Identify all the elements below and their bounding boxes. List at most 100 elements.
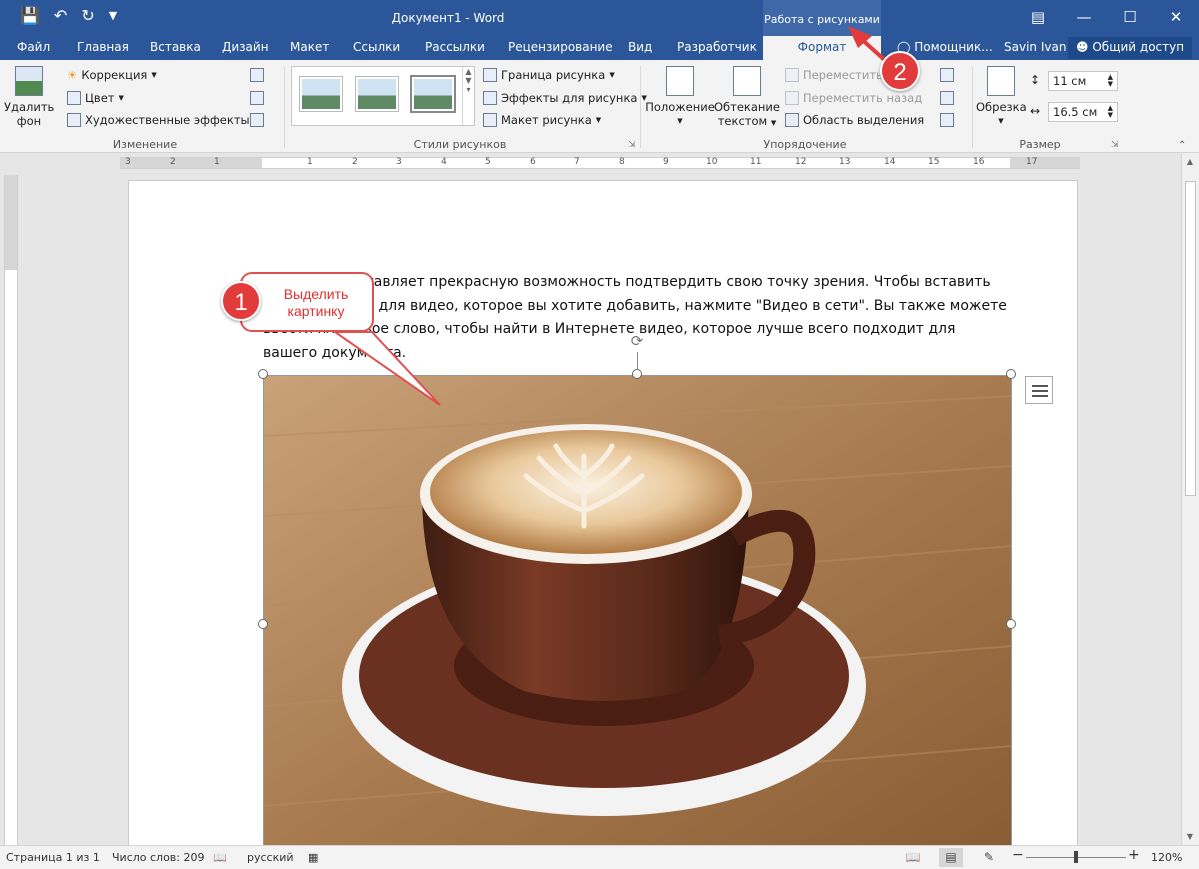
selection-pane-icon	[785, 113, 799, 127]
rotate-handle-icon[interactable]: ⟳	[628, 332, 646, 350]
bring-forward-button[interactable]: Переместить в	[785, 68, 893, 82]
tab-developer[interactable]: Разработчик	[677, 40, 757, 54]
crop-button[interactable]: Обрезка ▼	[976, 66, 1027, 128]
style-thumb-2[interactable]	[356, 77, 398, 111]
rotate-objects-icon[interactable]	[940, 113, 954, 127]
selected-picture[interactable]	[263, 375, 1012, 845]
position-icon	[666, 66, 694, 96]
resize-handle-ne[interactable]	[1006, 369, 1016, 379]
document-canvas[interactable]: Видео предоставляет прекрасную возможнос…	[20, 173, 1181, 845]
tab-home[interactable]: Главная	[77, 40, 129, 54]
tab-review[interactable]: Рецензирование	[508, 40, 613, 54]
selection-pane-label: Область выделения	[803, 113, 925, 127]
wrap-text-label-1: Обтекание	[714, 100, 780, 114]
vertical-ruler[interactable]	[4, 175, 18, 845]
tab-view[interactable]: Вид	[628, 40, 652, 54]
style-thumb-3[interactable]	[412, 77, 454, 111]
picture-layout-button[interactable]: Макет рисунка ▼	[483, 113, 601, 127]
tab-format[interactable]: Формат	[763, 36, 881, 60]
scroll-thumb[interactable]	[1185, 181, 1196, 496]
ruler-number: 2	[352, 157, 358, 167]
width-field[interactable]: 16.5 см ▲ ▼	[1048, 102, 1118, 122]
tab-references[interactable]: Ссылки	[353, 40, 400, 54]
picture-effects-button[interactable]: Эффекты для рисунка ▼	[483, 91, 647, 105]
group-objects-icon[interactable]	[940, 91, 954, 105]
text-line[interactable]: Видео предоставляет прекрасную возможнос…	[263, 271, 1023, 295]
tab-file[interactable]: Файл	[17, 40, 50, 54]
group-separator	[972, 66, 973, 148]
spinner-icon[interactable]: ▲ ▼	[1108, 105, 1113, 119]
proofing-icon[interactable]: 📖	[213, 851, 227, 864]
picture-styles-gallery[interactable]: ▲ ▼ ▾	[291, 66, 475, 126]
zoom-slider-thumb[interactable]	[1074, 851, 1078, 863]
minimize-icon[interactable]: —	[1061, 0, 1107, 36]
zoom-out-button[interactable]: −	[1012, 847, 1024, 863]
ribbon-tabs: Файл Главная Вставка Дизайн Макет Ссылки…	[0, 36, 1199, 60]
read-mode-icon[interactable]: 📖	[901, 848, 925, 867]
picture-layout-label: Макет рисунка	[501, 113, 592, 127]
color-button[interactable]: Цвет ▼	[67, 91, 124, 105]
tab-design[interactable]: Дизайн	[222, 40, 269, 54]
position-button[interactable]: Положение ▼	[645, 66, 715, 128]
tab-layout[interactable]: Макет	[290, 40, 329, 54]
picture-border-button[interactable]: Граница рисунка ▼	[483, 68, 615, 82]
layout-options-icon	[1032, 390, 1048, 392]
macro-icon[interactable]: ▦	[308, 851, 318, 864]
picture-effects-label: Эффекты для рисунка	[501, 91, 638, 105]
page-count[interactable]: Страница 1 из 1	[6, 851, 100, 864]
tab-mailings[interactable]: Рассылки	[425, 40, 485, 54]
vertical-scrollbar[interactable]: ▲ ▼	[1181, 153, 1199, 845]
maximize-icon[interactable]: ☐	[1107, 0, 1153, 36]
ruler-number: 2	[170, 157, 176, 167]
zoom-level[interactable]: 120%	[1151, 851, 1182, 864]
group-separator	[640, 66, 641, 148]
ribbon-display-icon[interactable]: ▤	[1015, 0, 1061, 36]
ruler-number: 8	[619, 157, 625, 167]
share-button[interactable]: ☻ Общий доступ	[1068, 37, 1193, 59]
change-picture-icon[interactable]	[250, 91, 264, 105]
compress-pictures-icon[interactable]	[250, 68, 264, 82]
picture-tools-context-group: Работа с рисунками	[763, 0, 881, 36]
scroll-up-icon[interactable]: ▲	[1182, 157, 1198, 166]
align-icon[interactable]	[940, 68, 954, 82]
ruler-top-margin	[5, 175, 17, 270]
resize-handle-w[interactable]	[258, 619, 268, 629]
reset-picture-icon[interactable]	[250, 113, 264, 127]
ribbon: Удалить фон ☀ Коррекция ▼ Цвет ▼ Художестве…	[0, 60, 1199, 153]
selection-pane-button[interactable]: Область выделения	[785, 113, 924, 127]
scroll-down-icon[interactable]: ▼	[1182, 832, 1198, 841]
height-field[interactable]: 11 см ▲ ▼	[1048, 71, 1118, 91]
window-title: Документ1 - Word	[391, 11, 505, 25]
word-count[interactable]: Число слов: 209	[112, 851, 205, 864]
layout-options-button[interactable]	[1025, 376, 1053, 404]
tell-me-button[interactable]: ◯ Помощник...	[897, 40, 993, 54]
dialog-launcher-icon[interactable]: ⇲	[1111, 140, 1119, 150]
dialog-launcher-icon[interactable]: ⇲	[628, 140, 636, 150]
language[interactable]: русский	[247, 851, 294, 864]
spinner-icon[interactable]: ▲ ▼	[1108, 74, 1113, 88]
artistic-effects-button[interactable]: Художественные эффекты▼	[67, 113, 259, 127]
web-layout-icon[interactable]: ✎	[977, 848, 1001, 867]
wrap-text-button[interactable]: Обтекание текстом ▼	[714, 66, 780, 130]
text-line[interactable]: код внедрения для видео, которое вы хоти…	[263, 295, 1023, 319]
print-layout-icon[interactable]: ▤	[939, 848, 963, 867]
tab-insert[interactable]: Вставка	[150, 40, 201, 54]
style-thumb-1[interactable]	[300, 77, 342, 111]
rotate-handle-stem	[637, 352, 638, 370]
gallery-scroll[interactable]: ▲ ▼ ▾	[462, 67, 474, 125]
close-icon[interactable]: ✕	[1153, 0, 1199, 36]
resize-handle-nw[interactable]	[258, 369, 268, 379]
resize-handle-n[interactable]	[632, 369, 642, 379]
send-backward-button[interactable]: Переместить назад	[785, 91, 922, 105]
horizontal-ruler[interactable]: 3 2 1 1 2 3 4 5 6 7 8 9 10 11 12 13 14 1…	[0, 153, 1199, 173]
corrections-button[interactable]: ☀ Коррекция ▼	[67, 68, 157, 82]
user-name[interactable]: Savin Ivan	[1004, 40, 1066, 54]
document-body-text[interactable]: Видео предоставляет прекрасную возможнос…	[263, 271, 1023, 365]
resize-handle-e[interactable]	[1006, 619, 1016, 629]
remove-background-button[interactable]: Удалить фон	[4, 66, 54, 128]
dropdown-arrow-icon: ▼	[151, 71, 157, 79]
collapse-ribbon-icon[interactable]: ⌃	[1178, 140, 1186, 151]
zoom-in-button[interactable]: +	[1128, 847, 1140, 863]
ruler-number: 14	[884, 157, 896, 167]
ruler-number: 1	[214, 157, 220, 167]
